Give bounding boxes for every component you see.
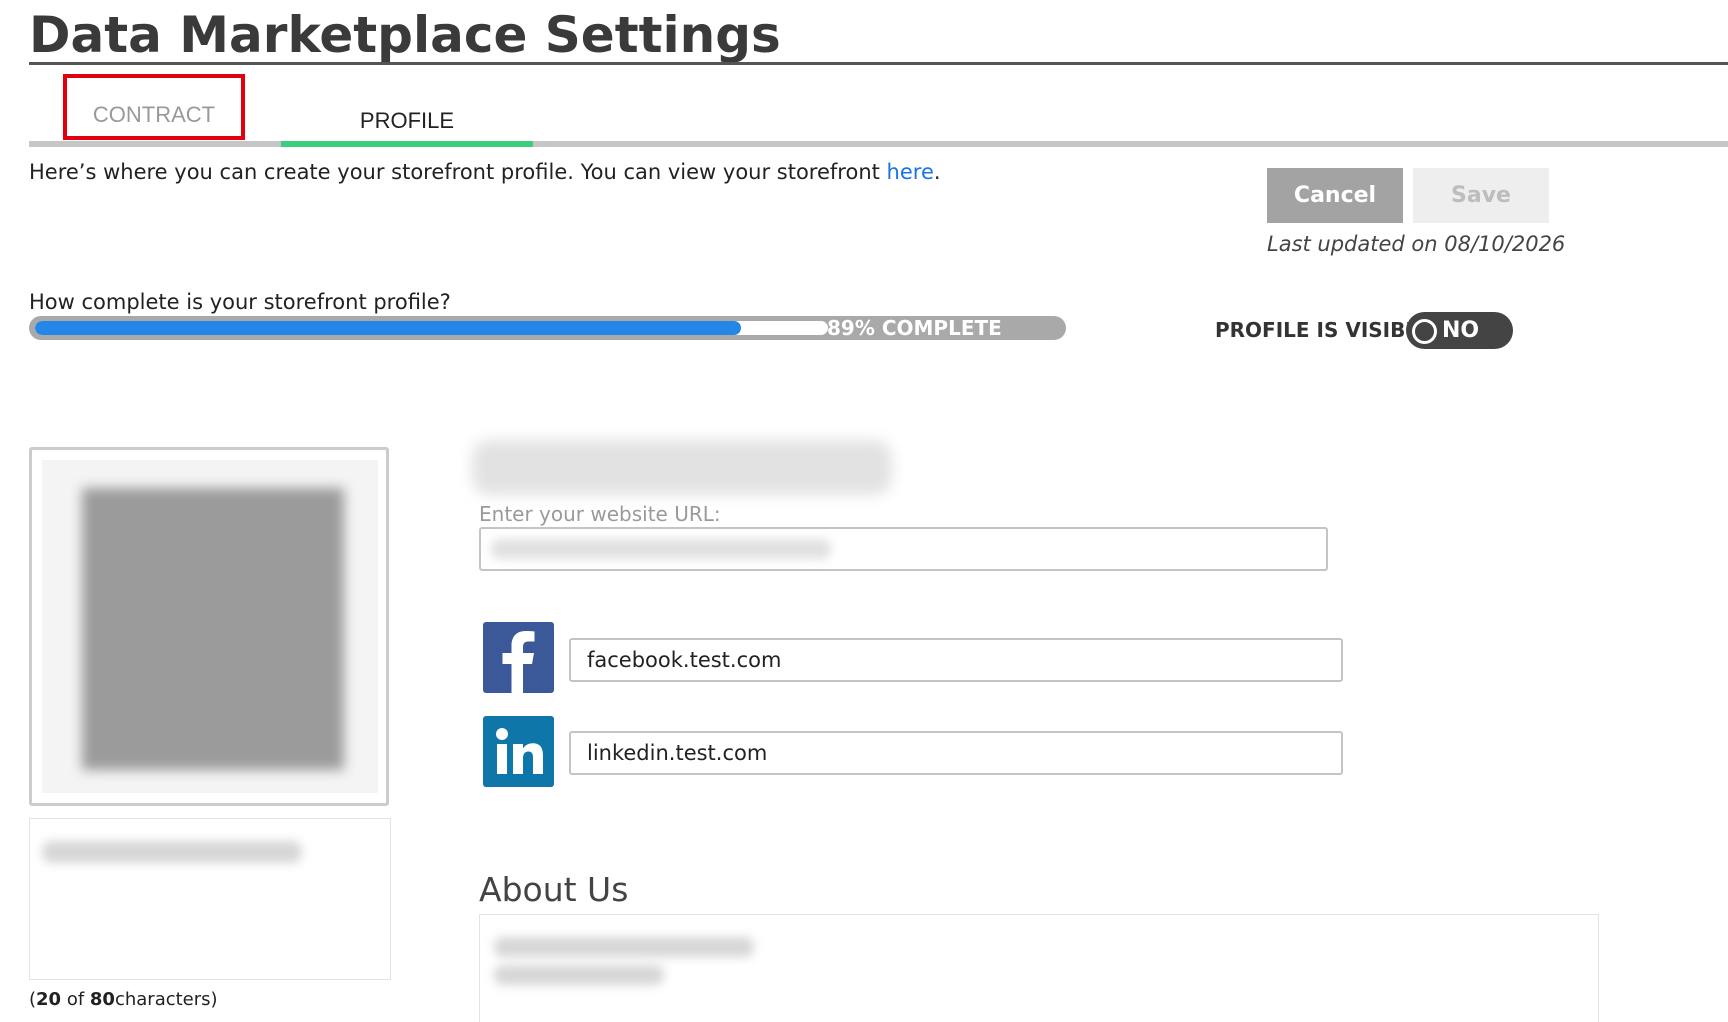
facebook-glyph	[502, 631, 535, 693]
character-count: (20 of 80characters)	[29, 989, 218, 1010]
facebook-icon	[483, 622, 554, 693]
settings-tabs: CONTRACT PROFILE	[29, 70, 1728, 148]
website-url-field	[479, 527, 1328, 571]
count-current: 20	[36, 989, 62, 1010]
tagline-text-blurred	[42, 841, 302, 863]
toggle-knob-icon	[1412, 319, 1437, 344]
count-of: of	[61, 989, 90, 1010]
intro-period: .	[933, 160, 941, 184]
logo-image-blurred	[82, 488, 344, 770]
cancel-button[interactable]: Cancel	[1267, 168, 1403, 223]
linkedin-icon	[483, 716, 554, 787]
last-updated-text: Last updated on 08/10/2026	[1267, 232, 1566, 256]
facebook-url-input[interactable]	[569, 638, 1343, 682]
progress-inner-track	[35, 321, 828, 335]
about-us-textarea[interactable]	[479, 914, 1599, 1022]
page-title: Data Marketplace Settings	[29, 6, 781, 64]
about-text-blurred-line-1	[494, 937, 754, 957]
intro-sentence: Here’s where you can create your storefr…	[29, 160, 887, 184]
completion-progress-bar: 89% COMPLETE	[29, 316, 1066, 340]
progress-fill	[35, 321, 741, 335]
logo-frame	[42, 460, 378, 793]
count-max: 80	[89, 989, 115, 1010]
count-suffix: characters)	[114, 989, 218, 1010]
website-url-label: Enter your website URL:	[479, 502, 721, 526]
store-name-blurred	[472, 440, 892, 495]
save-button[interactable]: Save	[1413, 168, 1549, 223]
profile-visible-toggle[interactable]: NO	[1406, 312, 1513, 349]
tab-profile[interactable]: PROFILE	[281, 70, 533, 148]
storefront-link[interactable]: here	[887, 160, 934, 184]
intro-text: Here’s where you can create your storefr…	[29, 160, 941, 184]
completion-question: How complete is your storefront profile?	[29, 290, 451, 314]
tagline-input[interactable]	[29, 818, 391, 980]
linkedin-url-input[interactable]	[569, 731, 1343, 775]
count-open: (	[29, 989, 37, 1010]
about-us-heading: About Us	[479, 870, 629, 909]
about-text-blurred-line-2	[494, 965, 664, 985]
linkedin-glyph	[496, 728, 543, 774]
title-divider	[29, 62, 1728, 65]
toggle-state-text: NO	[1442, 318, 1480, 343]
website-url-input[interactable]	[481, 529, 1326, 569]
storefront-logo-upload[interactable]	[29, 447, 389, 806]
tab-contract[interactable]: CONTRACT	[63, 74, 245, 140]
active-tab-indicator	[281, 141, 533, 147]
completion-percent-label: 89% COMPLETE	[827, 316, 1002, 340]
profile-visible-label: PROFILE IS VISIBLE	[1215, 318, 1432, 342]
